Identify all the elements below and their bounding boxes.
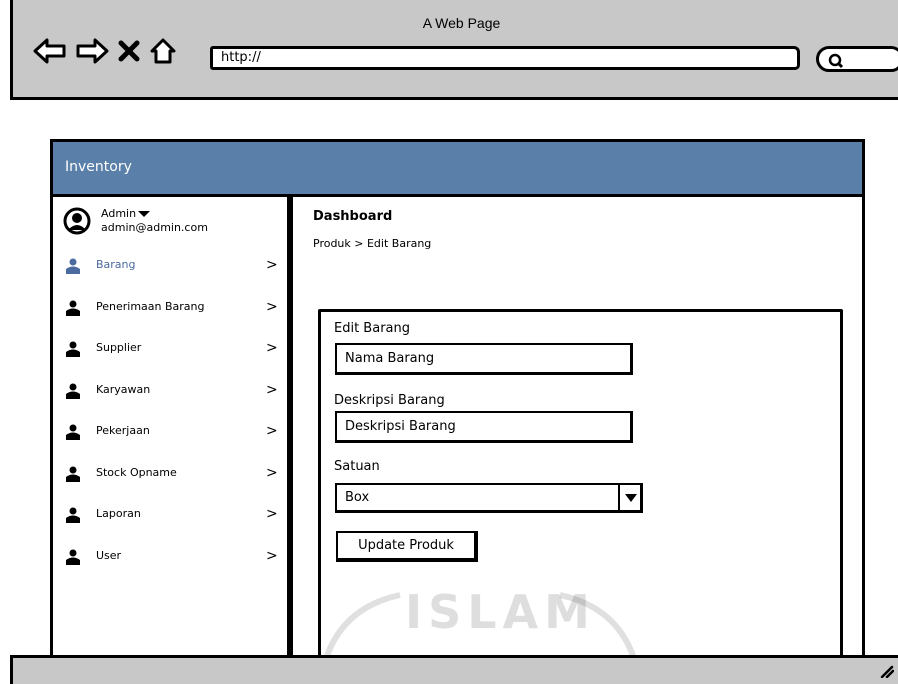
search-button[interactable] <box>816 46 898 72</box>
user-icon <box>66 466 80 482</box>
sidebar-menu: Barang > Penerimaan Barang > Supplier > … <box>53 249 287 581</box>
app-header: Inventory <box>50 139 865 197</box>
close-icon[interactable] <box>117 39 141 63</box>
sidebar-item-label: Barang <box>96 258 136 271</box>
avatar-icon <box>63 207 91 235</box>
sidebar-item-label: Karyawan <box>96 382 151 396</box>
user-icon <box>66 300 80 316</box>
sidebar-item-label: Stock Opname <box>96 465 177 479</box>
chevron-down-icon[interactable] <box>618 485 640 510</box>
chevron-right-icon: > <box>266 340 278 356</box>
sidebar-item-label: Penerimaan Barang <box>96 299 205 313</box>
nav-icons <box>33 36 177 66</box>
status-bar <box>10 655 898 684</box>
update-produk-button[interactable]: Update Produk <box>336 531 478 562</box>
nama-barang-field[interactable]: Nama Barang <box>335 343 633 375</box>
user-icon <box>66 341 80 357</box>
sidebar-item-barang[interactable]: Barang > <box>53 249 287 291</box>
app-title: Inventory <box>65 159 132 175</box>
user-name[interactable]: Admin <box>101 207 151 220</box>
satuan-label: Satuan <box>334 459 380 474</box>
chevron-right-icon: > <box>266 423 278 439</box>
chevron-right-icon: > <box>266 381 278 398</box>
user-icon <box>66 383 80 399</box>
sidebar-item-stock-opname[interactable]: Stock Opname > <box>53 457 287 499</box>
browser-chrome: A Web Page http:// <box>10 0 898 100</box>
sidebar-item-user[interactable]: User > <box>53 540 287 582</box>
chevron-right-icon: > <box>266 257 278 273</box>
resize-handle-icon[interactable] <box>878 662 894 678</box>
chevron-right-icon: > <box>266 464 278 481</box>
form-heading: Edit Barang <box>334 321 410 336</box>
chevron-right-icon: > <box>266 547 278 564</box>
chevron-down-icon <box>138 211 151 217</box>
user-icon <box>66 507 80 523</box>
breadcrumb: Produk > Edit Barang <box>313 237 432 250</box>
user-icon <box>66 258 80 274</box>
deskripsi-barang-field[interactable]: Deskripsi Barang <box>335 411 633 443</box>
page-title: Dashboard <box>313 209 393 224</box>
sidebar-item-pekerjaan[interactable]: Pekerjaan > <box>53 415 287 457</box>
sidebar-item-label: Supplier <box>96 341 142 354</box>
satuan-select[interactable]: Box <box>335 483 643 513</box>
sidebar-item-supplier[interactable]: Supplier > <box>53 332 287 374</box>
sidebar-item-karyawan[interactable]: Karyawan > <box>53 374 287 416</box>
window-title: A Web Page <box>422 15 501 31</box>
user-icon <box>66 424 80 440</box>
back-icon[interactable] <box>33 37 67 65</box>
sidebar: Admin admin@admin.com Barang > Penerimaa… <box>50 197 290 667</box>
sidebar-item-laporan[interactable]: Laporan > <box>53 498 287 540</box>
watermark-text: ISLAM <box>405 585 596 639</box>
search-icon <box>828 53 844 69</box>
satuan-select-value: Box <box>345 490 370 505</box>
user-icon <box>66 549 80 565</box>
sidebar-item-penerimaan-barang[interactable]: Penerimaan Barang > <box>53 291 287 333</box>
forward-icon[interactable] <box>75 37 109 65</box>
chevron-right-icon: > <box>266 298 278 315</box>
sidebar-item-label: User <box>96 548 122 562</box>
sidebar-item-label: Laporan <box>96 507 141 520</box>
deskripsi-label: Deskripsi Barang <box>334 393 445 408</box>
user-email: admin@admin.com <box>101 221 208 234</box>
home-icon[interactable] <box>149 37 177 65</box>
sidebar-item-label: Pekerjaan <box>96 424 150 437</box>
chevron-right-icon: > <box>266 506 278 522</box>
url-input[interactable]: http:// <box>210 46 800 70</box>
